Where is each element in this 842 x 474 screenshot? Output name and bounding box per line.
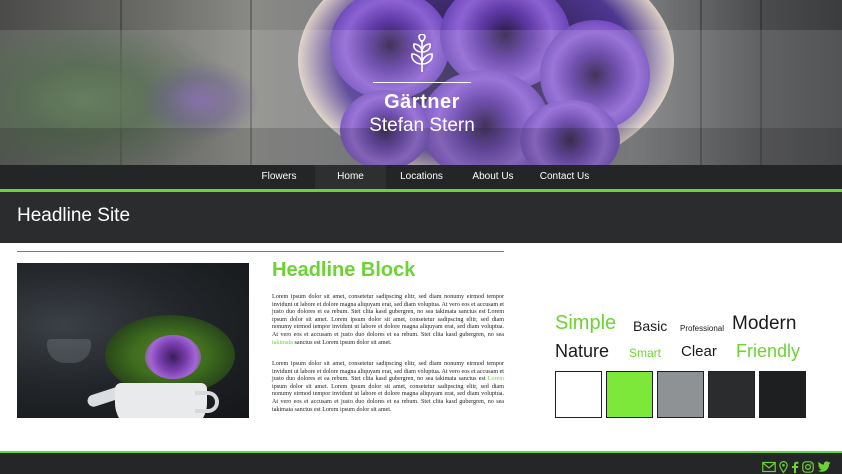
inline-link[interactable]: takimata xyxy=(272,340,293,346)
main-nav: Flowers Home Locations About Us Contact … xyxy=(0,165,842,189)
body-paragraph: Lorem ipsum dolor sit amet, consetetur s… xyxy=(272,361,504,414)
color-swatch-gray xyxy=(657,371,704,418)
instagram-icon[interactable] xyxy=(802,458,814,473)
paragraph-text: Lorem ipsum dolor sit amet, consetetur s… xyxy=(272,361,504,383)
page-title: Headline Site xyxy=(17,205,131,226)
inline-link[interactable]: Lorem xyxy=(488,376,504,382)
style-word-smart: Smart xyxy=(629,346,662,360)
location-pin-icon[interactable] xyxy=(779,458,788,474)
teapot xyxy=(115,383,207,418)
nav-item-locations[interactable]: Locations xyxy=(386,165,457,189)
style-word-professional: Professional xyxy=(680,324,725,333)
style-word-basic: Basic xyxy=(633,318,668,334)
style-word-simple: Simple xyxy=(555,312,617,334)
style-word-modern: Modern xyxy=(732,313,797,334)
content-image xyxy=(17,263,249,418)
style-word-clear: Clear xyxy=(681,343,717,360)
background-cup xyxy=(47,339,91,363)
content-divider xyxy=(17,251,504,252)
mail-icon[interactable] xyxy=(762,458,776,473)
paragraph-text: Lorem ipsum dolor sit amet, consetetur s… xyxy=(272,294,504,338)
page-header-bar: Headline Site xyxy=(0,192,842,243)
style-word-friendly: Friendly xyxy=(736,341,801,361)
logo-divider xyxy=(373,82,471,83)
paragraph-text: ipsum dolor sit amet. Lorem ipsum dolor … xyxy=(272,383,504,413)
color-swatch-black xyxy=(759,371,806,418)
paragraph-text: sanctus est Lorem ipsum dolor sit amet. xyxy=(294,339,392,346)
nav-item-flowers[interactable]: Flowers xyxy=(243,165,315,189)
nav-item-contact-us[interactable]: Contact Us xyxy=(529,165,600,189)
brand-logo[interactable]: Gärtner Stefan Stern xyxy=(360,34,484,137)
sprout-icon xyxy=(411,34,433,72)
color-swatch-white xyxy=(555,371,602,418)
nav-item-home[interactable]: Home xyxy=(315,165,386,189)
block-title: Headline Block xyxy=(272,259,416,281)
body-paragraph: Lorem ipsum dolor sit amet, consetetur s… xyxy=(272,294,504,347)
color-swatch-green xyxy=(606,371,653,418)
color-swatch-charcoal xyxy=(708,371,755,418)
social-icons xyxy=(762,458,831,474)
style-word-nature: Nature xyxy=(555,341,610,361)
facebook-icon[interactable] xyxy=(791,458,799,473)
footer xyxy=(0,453,842,474)
brand-owner: Stefan Stern xyxy=(369,115,475,136)
nav-item-about-us[interactable]: About Us xyxy=(457,165,529,189)
teapot-handle xyxy=(195,391,219,413)
brand-name: Gärtner xyxy=(384,91,460,113)
hero-banner: Gärtner Stefan Stern xyxy=(0,0,842,165)
twitter-icon[interactable] xyxy=(817,458,831,472)
image-flower xyxy=(145,335,201,379)
